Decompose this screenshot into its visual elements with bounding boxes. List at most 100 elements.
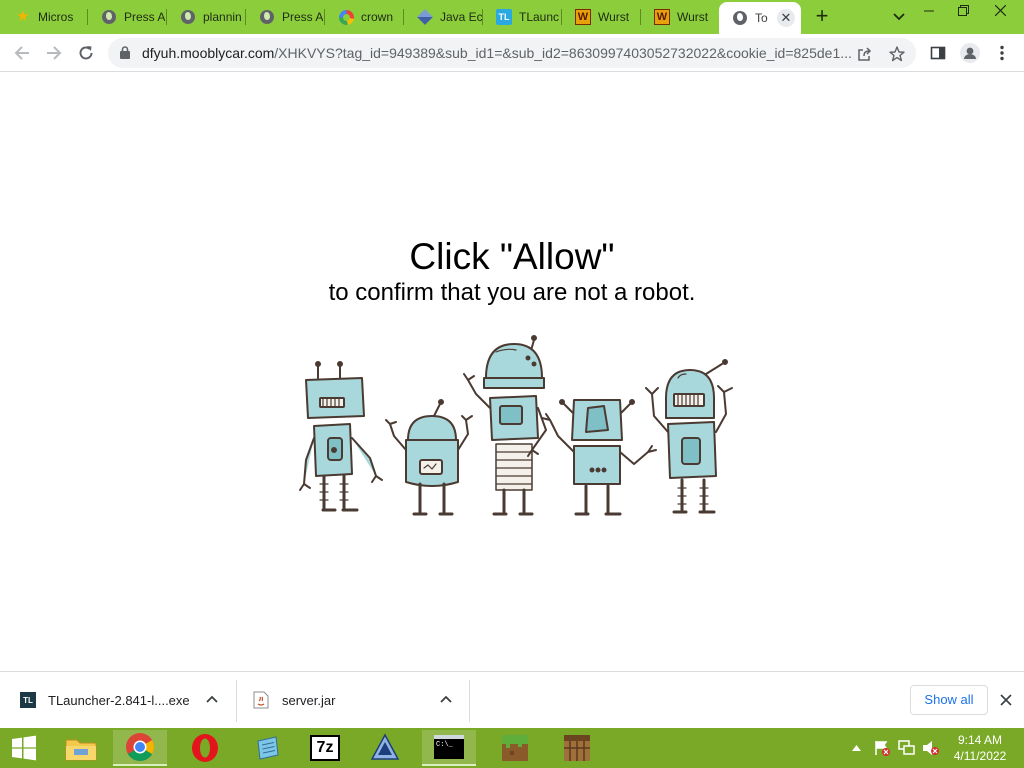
crafting-table-icon xyxy=(564,735,590,761)
tab-title: crown xyxy=(361,10,394,24)
arrow-left-icon xyxy=(14,46,29,60)
cube-icon xyxy=(417,9,433,25)
tab-micros[interactable]: ★ Micros xyxy=(2,3,86,31)
download-item[interactable]: TL TLauncher-2.841-l....exe xyxy=(0,672,236,728)
folder-icon xyxy=(65,739,97,761)
crafting-table-app[interactable] xyxy=(550,730,604,766)
reload-button[interactable] xyxy=(72,39,100,67)
tab-title: Press A xyxy=(282,10,324,24)
network-icon[interactable] xyxy=(898,740,916,756)
profile-button[interactable] xyxy=(956,39,984,67)
robot-5 xyxy=(645,359,733,514)
lock-icon[interactable] xyxy=(120,46,130,59)
star-icon: ★ xyxy=(16,8,30,25)
minimize-button[interactable] xyxy=(912,0,946,24)
restore-icon xyxy=(957,5,969,16)
grass-block-icon xyxy=(502,735,528,761)
chevron-up-icon[interactable] xyxy=(440,692,452,706)
flag-warning-icon[interactable] xyxy=(874,740,890,756)
divider xyxy=(469,680,470,722)
terminal-icon: C:\_ xyxy=(434,735,464,759)
command-prompt-app[interactable]: C:\_ xyxy=(422,730,476,766)
notepad-app[interactable] xyxy=(240,730,294,766)
reload-icon xyxy=(79,46,93,60)
forward-button[interactable] xyxy=(40,39,68,67)
close-window-button[interactable] xyxy=(980,0,1020,24)
tab-title: Press A xyxy=(124,10,166,24)
chrome-app[interactable] xyxy=(113,730,167,766)
address-bar[interactable]: dfyuh.mooblycar.com/XHKVYS?tag_id=949389… xyxy=(108,38,916,68)
download-filename: TLauncher-2.841-l....exe xyxy=(48,693,190,708)
wurst-icon: W xyxy=(575,9,591,25)
app-launcher[interactable] xyxy=(358,730,412,766)
file-explorer-app[interactable] xyxy=(54,730,108,766)
tab-plannin[interactable]: plannin xyxy=(167,3,245,31)
minecraft-app[interactable] xyxy=(488,730,542,766)
close-tab-icon[interactable]: ✕ xyxy=(777,9,795,27)
tab-press-a[interactable]: Press A xyxy=(88,3,166,31)
menu-button[interactable] xyxy=(988,39,1016,67)
7zip-icon: 7z xyxy=(310,735,340,761)
globe-icon xyxy=(259,9,275,25)
tab-title: To xyxy=(755,11,768,25)
tab-title: Wurst xyxy=(598,10,630,24)
robot-1 xyxy=(299,361,383,512)
arrow-right-icon xyxy=(47,46,62,60)
tab-title: Java Ec xyxy=(440,10,482,24)
tab-java-ec[interactable]: Java Ec xyxy=(404,3,482,31)
back-button[interactable] xyxy=(8,39,36,67)
opera-app[interactable] xyxy=(178,730,232,766)
restore-button[interactable] xyxy=(946,0,980,24)
tab-title: Wurst xyxy=(677,10,709,24)
clock-time: 9:14 AM xyxy=(957,733,1003,747)
robot-3 xyxy=(463,335,547,516)
tab-title: plannin xyxy=(203,10,242,24)
windows-taskbar: 7z C:\_ 9:14 AM 4/11/2022 xyxy=(0,728,1024,768)
new-tab-button[interactable]: + xyxy=(810,5,834,29)
tab-title: TLaunc xyxy=(519,10,560,24)
download-item[interactable]: server.jar xyxy=(237,672,469,728)
7zip-app[interactable]: 7z xyxy=(298,730,352,766)
google-icon xyxy=(338,9,354,25)
bookmark-star-icon[interactable] xyxy=(886,43,908,65)
side-panel-icon xyxy=(930,46,946,60)
opera-icon xyxy=(192,734,218,762)
url-host: dfyuh.mooblycar.com xyxy=(142,45,275,61)
tab-tlaunc[interactable]: TL TLaunc xyxy=(483,3,561,31)
globe-icon xyxy=(180,9,196,25)
windows-logo-icon xyxy=(12,735,36,761)
robots-illustration xyxy=(299,335,733,516)
tab-press-a-2[interactable]: Press A xyxy=(246,3,324,31)
tab-title: Micros xyxy=(38,10,74,24)
chevron-up-icon[interactable] xyxy=(852,745,861,751)
side-panel-button[interactable] xyxy=(924,39,952,67)
close-icon[interactable] xyxy=(996,688,1016,712)
tlauncher-icon: TL xyxy=(496,9,512,25)
volume-muted-icon[interactable] xyxy=(922,740,940,756)
clock[interactable]: 9:14 AM 4/11/2022 xyxy=(944,732,1016,764)
tlauncher-file-icon: TL xyxy=(20,692,36,708)
chevron-up-icon[interactable] xyxy=(206,692,218,706)
avatar-icon xyxy=(960,43,980,63)
notepad-icon xyxy=(257,736,279,760)
tab-crown[interactable]: crown xyxy=(325,3,403,31)
globe-icon xyxy=(101,9,117,25)
start-button[interactable] xyxy=(0,730,48,766)
robot-2 xyxy=(385,399,473,516)
kebab-menu-icon xyxy=(1000,45,1004,61)
url-text[interactable]: dfyuh.mooblycar.com/XHKVYS?tag_id=949389… xyxy=(142,45,854,61)
web-page: Click "Allow" to confirm that you are no… xyxy=(0,72,1024,671)
chrome-icon xyxy=(126,733,154,761)
tab-wurst-2[interactable]: W Wurst xyxy=(641,3,719,31)
close-icon xyxy=(994,4,1006,17)
show-all-button[interactable]: Show all xyxy=(910,685,988,715)
tab-strip: ★ Micros Press A plannin Press A crown J… xyxy=(0,0,1024,34)
page-headline: Click "Allow" xyxy=(409,236,615,277)
tab-wurst[interactable]: W Wurst xyxy=(562,3,640,31)
tab-search-button[interactable] xyxy=(888,7,910,27)
wurst-icon: W xyxy=(654,9,670,25)
chevron-down-icon xyxy=(893,13,905,21)
tab-active[interactable]: To ✕ xyxy=(719,2,801,34)
share-icon[interactable] xyxy=(854,43,876,65)
clock-date: 4/11/2022 xyxy=(953,749,1007,763)
